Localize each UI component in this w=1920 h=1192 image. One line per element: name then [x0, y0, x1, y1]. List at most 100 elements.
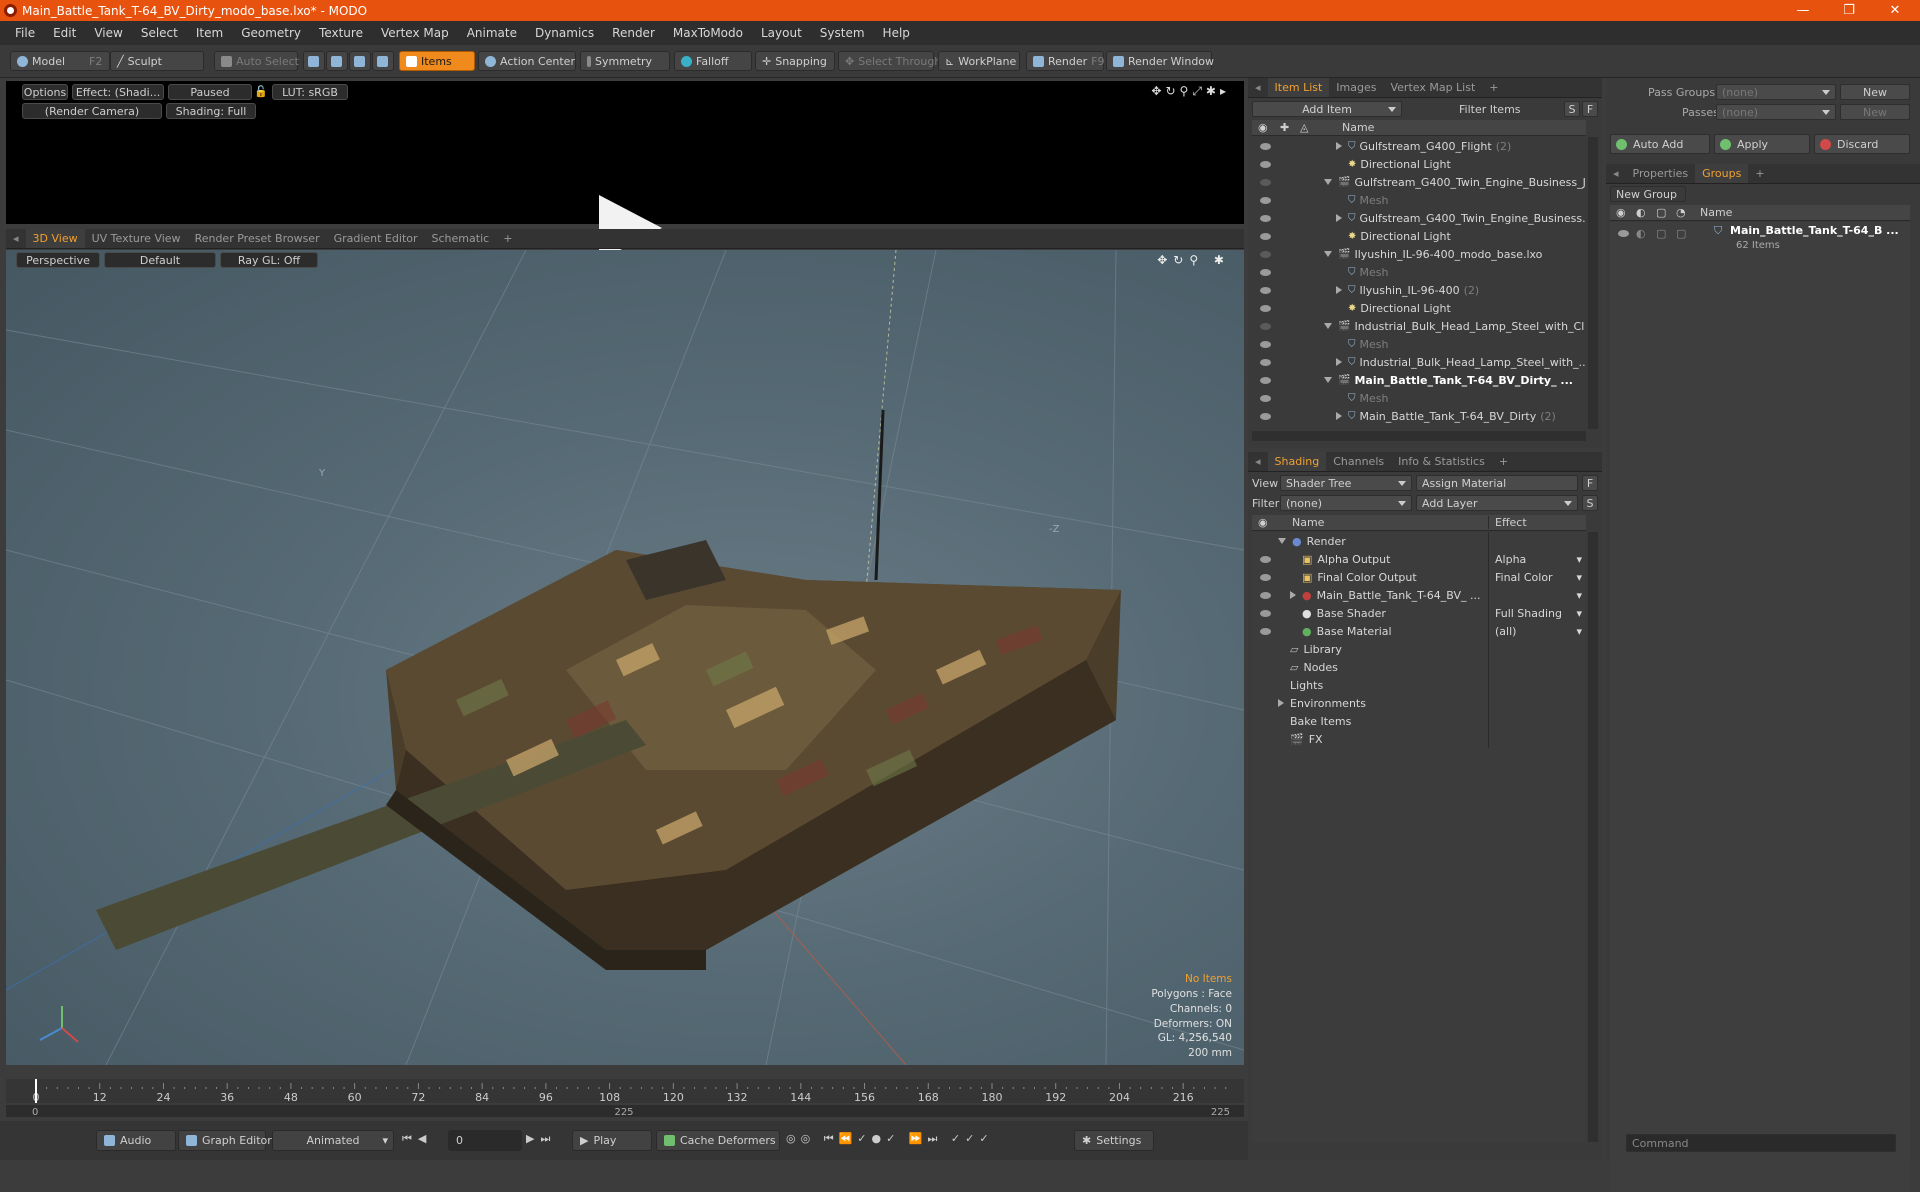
tab-channels[interactable]: Channels	[1326, 452, 1391, 471]
collapse-arrow-icon[interactable]	[1324, 179, 1332, 185]
tab-gradient-editor[interactable]: Gradient Editor	[327, 229, 425, 248]
minimize-button[interactable]: —	[1780, 0, 1826, 21]
effect-cell[interactable]: (all) ▾	[1488, 622, 1586, 640]
preview-pause-toggle[interactable]: Paused	[168, 84, 252, 100]
select-through-button[interactable]: ✥ Select Through	[838, 51, 941, 71]
menu-animate[interactable]: Animate	[458, 26, 526, 40]
audio-button[interactable]: Audio	[96, 1130, 176, 1151]
filter-f-button[interactable]: F	[1582, 101, 1598, 117]
effect-cell[interactable]: ▾	[1488, 586, 1586, 604]
item-list-scrollbar[interactable]	[1588, 137, 1598, 429]
shading-dropdown[interactable]: Shading: Full	[166, 103, 256, 119]
menu-vertex-map[interactable]: Vertex Map	[372, 26, 458, 40]
render-toggle-icon[interactable]: ◐	[1636, 227, 1646, 240]
visibility-eye-icon[interactable]	[1260, 233, 1271, 240]
shader-tree-scrollbar[interactable]	[1588, 532, 1598, 1142]
menu-geometry[interactable]: Geometry	[232, 26, 310, 40]
expand-arrow-icon[interactable]	[1336, 214, 1342, 222]
visibility-eye-icon[interactable]	[1260, 610, 1271, 617]
add-layer-dropdown[interactable]: Add Layer	[1416, 495, 1578, 511]
frame-input[interactable]: 0	[448, 1130, 522, 1151]
expand-arrow-icon[interactable]	[1278, 699, 1284, 707]
collapse-arrow-icon[interactable]	[1324, 323, 1332, 329]
filter-items-input[interactable]: Filter Items	[1454, 101, 1562, 117]
visibility-eye-icon[interactable]	[1260, 251, 1271, 258]
item-list-row[interactable]: ✸ Directional Light	[1252, 155, 1586, 173]
tab-3d-view[interactable]: 3D View	[25, 229, 85, 248]
visibility-eye-icon[interactable]	[1260, 215, 1271, 222]
item-list-row[interactable]: ⛉ Mesh	[1252, 335, 1586, 353]
add-tab-icon[interactable]: +	[1748, 164, 1771, 183]
cache-deformers-button[interactable]: Cache Deformers	[656, 1130, 780, 1151]
shader-tree-row[interactable]: ● Base Shader Full Shading ▾	[1252, 604, 1586, 622]
render-button[interactable]: Render F9	[1026, 51, 1105, 71]
view-dropdown[interactable]: Shader Tree	[1280, 475, 1412, 491]
item-list-row[interactable]: ⛉ Mesh	[1252, 389, 1586, 407]
auto-add-button[interactable]: Auto Add	[1610, 134, 1710, 154]
add-tab-icon[interactable]: +	[496, 229, 519, 248]
shading-f-button[interactable]: F	[1582, 475, 1598, 491]
style-dropdown[interactable]: Default	[104, 252, 216, 268]
tab-properties[interactable]: Properties	[1626, 164, 1696, 183]
shader-tree-row[interactable]: ▱ Library	[1252, 640, 1586, 658]
polygons-mode-button[interactable]	[349, 51, 371, 71]
shader-tree-row[interactable]: ▣ Alpha Output Alpha ▾	[1252, 550, 1586, 568]
shader-tree-row[interactable]: Environments	[1252, 694, 1586, 712]
menu-edit[interactable]: Edit	[44, 26, 85, 40]
lut-dropdown[interactable]: LUT: sRGB	[272, 84, 348, 100]
timeline[interactable]: 0 12 24 36 48 60 72 84 96 108 120 132 144 156 168 180 19…	[6, 1075, 1244, 1118]
collapse-arrow-icon[interactable]	[1324, 377, 1332, 383]
key-tools-icons[interactable]: ◎◎ ⏮⏪✓●✓ ⏩⏭ ✓✓✓	[786, 1132, 994, 1146]
expand-arrow-icon[interactable]	[1336, 142, 1342, 150]
visibility-eye-icon[interactable]	[1260, 359, 1271, 366]
symmetry-button[interactable]: Symmetry	[580, 51, 670, 71]
visibility-eye-icon[interactable]	[1260, 269, 1271, 276]
visibility-eye-icon[interactable]	[1260, 197, 1271, 204]
item-list-row[interactable]: ⛉ Mesh	[1252, 263, 1586, 281]
command-input[interactable]: Command	[1626, 1134, 1896, 1152]
menu-texture[interactable]: Texture	[310, 26, 372, 40]
lock-icon[interactable]: 🔓	[254, 85, 268, 98]
viewport-nav-icons[interactable]: ✥↻⚲ ✱	[1157, 253, 1230, 267]
action-center-button[interactable]: Action Center	[478, 51, 576, 71]
visibility-eye-icon[interactable]	[1260, 413, 1271, 420]
preview-effect-dropdown[interactable]: Effect: (Shadi...	[72, 84, 164, 100]
item-list-row[interactable]: ✸ Directional Light	[1252, 299, 1586, 317]
menu-help[interactable]: Help	[874, 26, 919, 40]
visibility-eye-icon[interactable]	[1260, 395, 1271, 402]
visibility-eye-icon[interactable]	[1260, 179, 1271, 186]
edges-mode-button[interactable]	[326, 51, 348, 71]
shader-tree-row[interactable]: 🎬 FX	[1252, 730, 1586, 748]
timeline-ruler[interactable]: 0 12 24 36 48 60 72 84 96 108 120 132 144 156 168 180 19…	[6, 1075, 1244, 1118]
menu-item[interactable]: Item	[187, 26, 232, 40]
lock-toggle-icon[interactable]: ▢	[1656, 227, 1666, 240]
visibility-eye-icon[interactable]	[1260, 628, 1271, 635]
tab-uv-texture-view[interactable]: UV Texture View	[85, 229, 188, 248]
tab-info-statistics[interactable]: Info & Statistics	[1391, 452, 1492, 471]
visibility-eye-icon[interactable]	[1260, 574, 1271, 581]
passes-dropdown[interactable]: (none)	[1716, 104, 1836, 120]
frame-step-back-icons[interactable]: ⏮◀	[402, 1132, 432, 1146]
shader-tree-row[interactable]: ● Main_Battle_Tank_T-64_BV_ ... ▾	[1252, 586, 1586, 604]
menu-system[interactable]: System	[811, 26, 874, 40]
visibility-eye-icon[interactable]	[1260, 287, 1271, 294]
frame-step-forward-icons[interactable]: ▶⏭	[526, 1132, 556, 1146]
item-list-row[interactable]: ⛉ Ilyushin_IL-96-400 (2)	[1252, 281, 1586, 299]
add-tab-icon[interactable]: +	[1492, 452, 1515, 471]
effect-cell[interactable]: Full Shading ▾	[1488, 604, 1586, 622]
visibility-eye-icon[interactable]	[1260, 161, 1271, 168]
collapse-arrow-icon[interactable]	[1324, 251, 1332, 257]
camera-dropdown[interactable]: (Render Camera)	[22, 103, 162, 119]
group-row[interactable]: ◐ ▢ ▢ ⛉ Main_Battle_Tank_T-64_B ... 62 I…	[1610, 222, 1910, 256]
tab-groups[interactable]: Groups	[1695, 164, 1749, 183]
item-list-row[interactable]: 🎬 Gulfstream_G400_Twin_Engine_Business_J.…	[1252, 173, 1586, 191]
shader-tree-row[interactable]: ▣ Final Color Output Final Color ▾	[1252, 568, 1586, 586]
settings-button[interactable]: ✱ Settings	[1074, 1130, 1154, 1151]
panel-menu-icon[interactable]: ◂	[1248, 78, 1268, 97]
tab-render-preset-browser[interactable]: Render Preset Browser	[188, 229, 327, 248]
animated-dropdown[interactable]: Animated ▾	[272, 1130, 394, 1151]
visibility-eye-icon[interactable]	[1260, 341, 1271, 348]
shader-tree-row[interactable]: Bake Items	[1252, 712, 1586, 730]
raygl-dropdown[interactable]: Ray GL: Off	[220, 252, 318, 268]
play-button[interactable]: ▶ Play	[572, 1130, 652, 1151]
